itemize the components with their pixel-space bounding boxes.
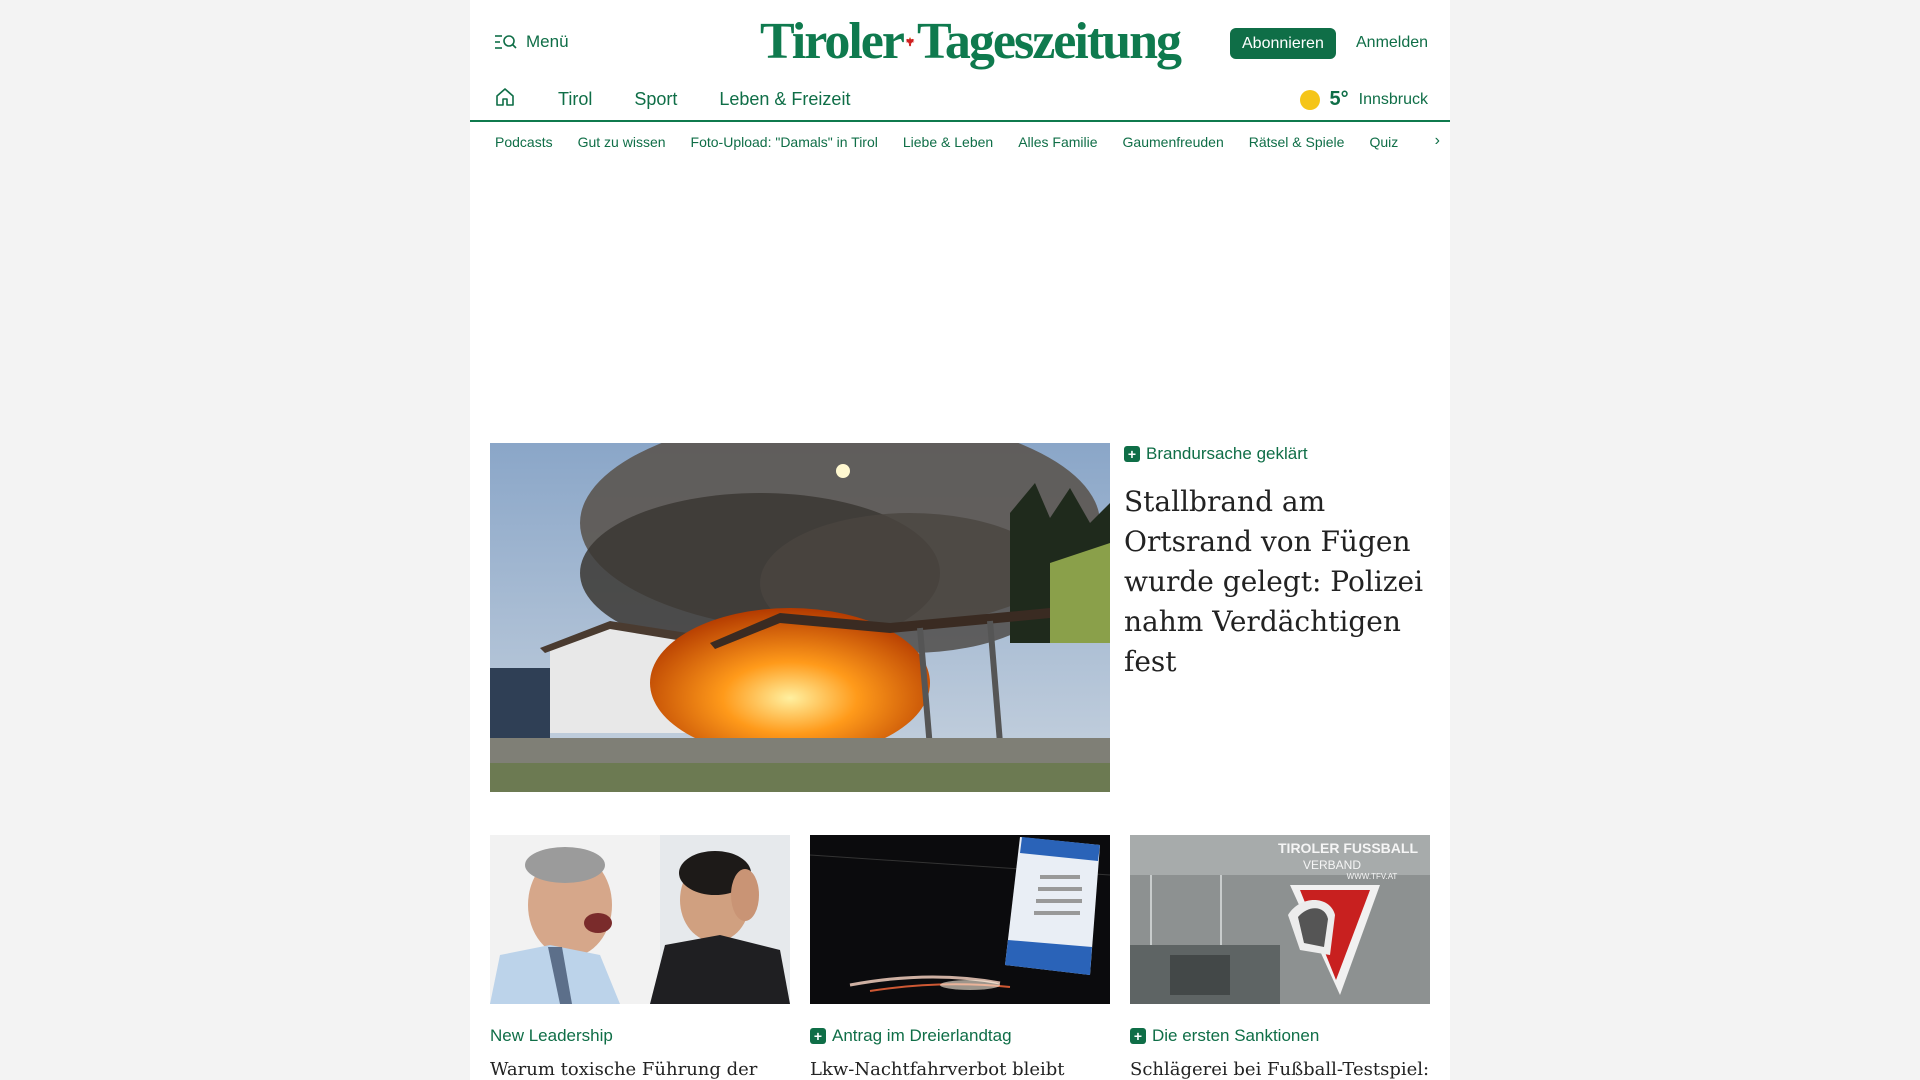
card-kicker-text: New Leadership [490,1026,613,1045]
article-card-image[interactable] [490,835,790,1004]
home-icon [496,88,514,106]
subnav-item-gut-zu-wissen[interactable]: Gut zu wissen [578,134,666,150]
site-header: Menü Tiroler Tageszeitung Abonnieren Anm… [470,0,1450,122]
night-road-sign-photo [810,835,1110,1004]
lead-kicker-text: Brandursache geklärt [1146,444,1308,463]
page: Menü Tiroler Tageszeitung Abonnieren Anm… [470,0,1450,1080]
subnav-item-quiz[interactable]: Quiz [1369,134,1398,150]
subnav-item-gaumenfreuden[interactable]: Gaumenfreuden [1123,134,1224,150]
tfv-sign-url: WWW.TFV.AT [1347,872,1398,881]
login-link[interactable]: Anmelden [1356,34,1428,52]
nav-item-sport[interactable]: Sport [634,89,677,110]
sub-navigation: Podcasts Gut zu wissen Foto-Upload: "Dam… [470,124,1450,160]
plus-badge-icon: + [810,1028,826,1044]
subnav-item-alles-familie[interactable]: Alles Familie [1018,134,1097,150]
article-card-title[interactable]: Warum toxische Führung der [490,1058,790,1080]
weather-temperature: 5° [1329,88,1349,110]
football-association-office-photo: TIROLER FUSSBALL VERBAND WWW.TFV.AT [1130,835,1430,1004]
logo-text-right: Tageszeitung [917,13,1182,70]
barn-fire-photo [490,443,1110,792]
nav-item-leben-freizeit[interactable]: Leben & Freizeit [719,89,850,110]
shouting-boss-photo [490,835,790,1004]
article-card-image[interactable] [810,835,1110,1004]
lead-article-image[interactable] [490,443,1110,792]
article-card[interactable]: New Leadership Warum toxische Führung de… [490,835,790,1080]
menu-label: Menü [526,32,569,51]
lead-article-kicker[interactable]: + Brandursache geklärt [1124,444,1308,464]
lead-article-title[interactable]: Stallbrand am Ortsrand von Fügen wurde g… [1124,482,1424,682]
weather-widget[interactable]: 5° Innsbruck [1299,88,1428,111]
card-kicker-text: Antrag im Dreierlandtag [832,1026,1012,1045]
weather-city: Innsbruck [1358,90,1428,108]
card-kicker-text: Die ersten Sanktionen [1152,1026,1320,1045]
subscribe-button[interactable]: Abonnieren [1230,28,1336,59]
plus-badge-icon: + [1124,446,1140,462]
ad-placeholder [470,160,1450,422]
article-card-image[interactable]: TIROLER FUSSBALL VERBAND WWW.TFV.AT [1130,835,1430,1004]
article-card-title[interactable]: Schlägerei bei Fußball-Testspiel: [1130,1058,1430,1080]
subnav-item-raetsel-spiele[interactable]: Rätsel & Spiele [1249,134,1345,150]
main-nav: Tirol Sport Leben & Freizeit [494,86,850,113]
home-link[interactable] [494,86,516,113]
subnav-item-foto-upload[interactable]: Foto-Upload: "Damals" in Tirol [691,134,878,150]
menu-button[interactable]: Menü [494,32,569,52]
logo-text-left: Tiroler [760,13,905,70]
nav-item-tirol[interactable]: Tirol [558,89,592,110]
article-card-title[interactable]: Lkw-Nachtfahrverbot bleibt [810,1058,1110,1080]
article-card[interactable]: + Antrag im Dreierlandtag Lkw-Nachtfahrv… [810,835,1110,1080]
subnav-item-podcasts[interactable]: Podcasts [495,134,553,150]
menu-search-icon [495,35,517,49]
article-card-kicker[interactable]: + Die ersten Sanktionen [1130,1026,1430,1046]
sun-icon [1299,89,1320,110]
article-card-kicker[interactable]: New Leadership [490,1026,790,1046]
article-card[interactable]: TIROLER FUSSBALL VERBAND WWW.TFV.AT + Di… [1130,835,1430,1080]
plus-badge-icon: + [1130,1028,1146,1044]
subnav-item-liebe-leben[interactable]: Liebe & Leben [903,134,993,150]
chevron-right-icon[interactable]: › [1428,132,1440,150]
article-card-kicker[interactable]: + Antrag im Dreierlandtag [810,1026,1110,1046]
tfv-sign-line1: TIROLER FUSSBALL [1278,840,1418,856]
site-logo[interactable]: Tiroler Tageszeitung [760,12,1182,72]
tyrolean-eagle-icon [905,36,915,47]
tfv-sign-line2: VERBAND [1303,858,1361,872]
